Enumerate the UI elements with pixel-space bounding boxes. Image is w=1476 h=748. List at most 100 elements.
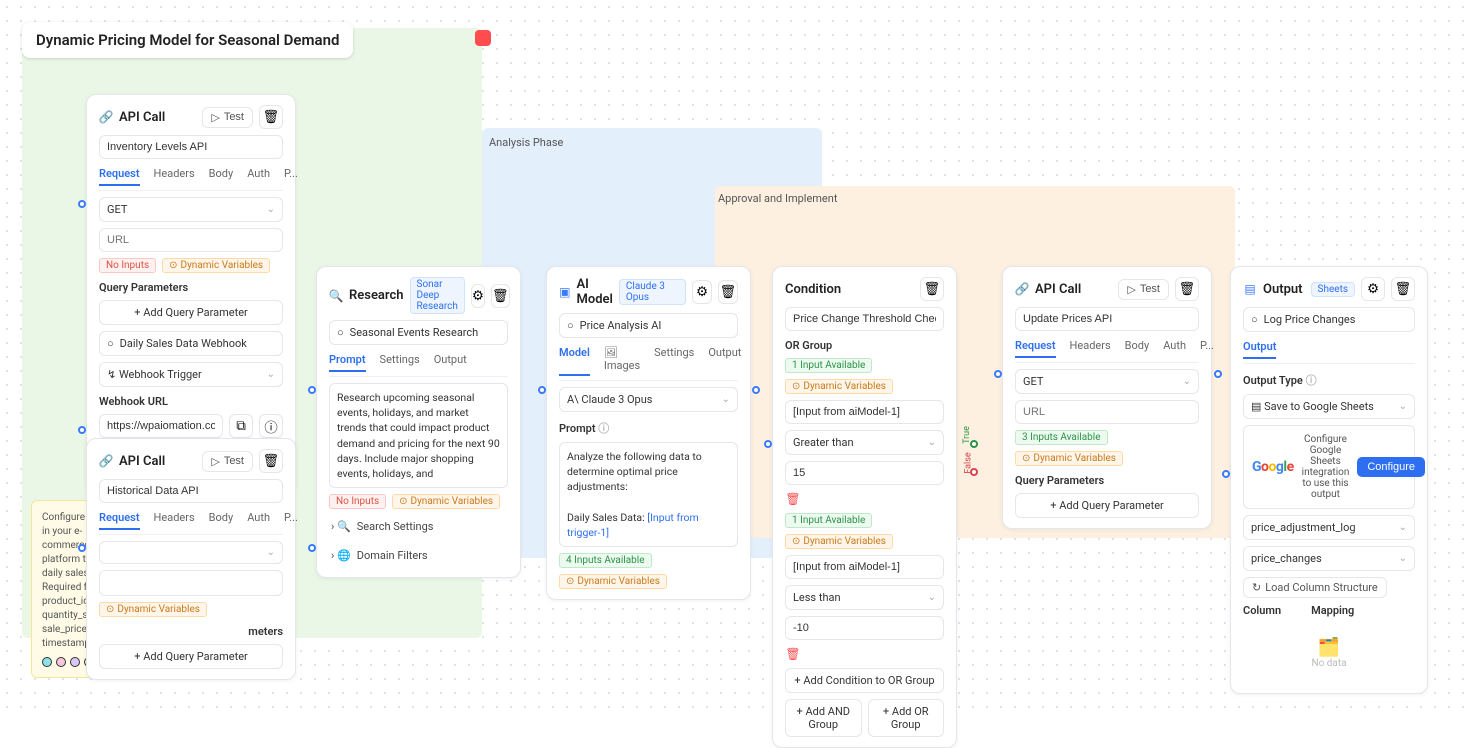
port[interactable] [764,440,772,448]
port-true[interactable] [970,440,978,448]
delete-region-icon[interactable] [475,30,491,46]
prompt-textarea[interactable]: Analyze the following data to determine … [559,442,738,547]
dyn-vars-badge[interactable]: ⊙ Dynamic Variables [1015,451,1123,466]
port[interactable] [1214,370,1222,378]
tab-output[interactable]: Output [434,353,467,372]
delete-node-button[interactable]: 🗑 [259,105,283,129]
port[interactable] [78,544,86,552]
tab-more[interactable]: P... [1200,339,1214,358]
test-button[interactable]: ▷ Test [202,451,253,472]
tab-request[interactable]: Request [1015,339,1056,358]
cond-field-input[interactable] [785,400,944,424]
domain-filters-accordion[interactable]: › 🌐 Domain Filters [329,544,508,567]
port[interactable] [308,386,316,394]
node-api-call-3[interactable]: 🔗 API Call ▷ Test 🗑 Request Headers Body… [1002,266,1212,529]
port[interactable] [994,370,1002,378]
delete-node-button[interactable]: 🗑 [920,277,944,301]
dyn-vars-badge[interactable]: ⊙ Dynamic Variables [392,494,500,509]
dyn-vars-badge[interactable]: ⊙ Dynamic Variables [785,534,893,549]
test-button[interactable]: ▷ Test [202,107,253,128]
dyn-vars-badge[interactable]: ⊙ Dynamic Variables [785,379,893,394]
model-select[interactable]: A\ Claude 3 Opus⌄ [559,387,738,412]
tab-request[interactable]: Request [99,511,140,530]
dyn-vars-badge[interactable]: ⊙ Dynamic Variables [559,574,667,589]
port-false[interactable] [970,468,978,476]
port[interactable] [78,200,86,208]
tab-headers[interactable]: Headers [154,167,195,186]
tab-headers[interactable]: Headers [154,511,195,530]
cond-value-input[interactable] [785,616,944,640]
node-research[interactable]: 🔍 Research Sonar Deep Research ⚙ 🗑 ○Seas… [316,266,521,578]
delete-node-button[interactable]: 🗑 [1391,277,1415,301]
add-condition-or-button[interactable]: + Add Condition to OR Group [785,668,944,693]
node-name-input[interactable] [785,307,944,331]
output-type-select[interactable]: ▤ Save to Google Sheets⌄ [1243,394,1415,419]
add-or-group-button[interactable]: + Add OR Group [868,699,945,737]
delete-node-button[interactable]: 🗑 [259,449,283,473]
node-api-call-2[interactable]: 🔗 API Call ▷ Test 🗑 Request Headers Body… [86,438,296,680]
http-method-select[interactable]: ⌄ [99,541,283,564]
tab-body[interactable]: Body [209,167,234,186]
port[interactable] [538,386,546,394]
node-api-call-1[interactable]: 🔗 API Call ▷ Test 🗑 Request Headers Body… [86,94,296,493]
tab-auth[interactable]: Auth [247,511,270,530]
node-name-input[interactable] [99,479,283,503]
node-ai-model[interactable]: ▣ AI Model Claude 3 Opus ⚙ 🗑 ○Price Anal… [546,266,751,600]
http-method-select[interactable]: GET⌄ [1015,369,1199,394]
tab-body[interactable]: Body [209,511,234,530]
cond-op-select[interactable]: Less than⌄ [785,585,944,610]
sheet-select-1[interactable]: price_adjustment_log⌄ [1243,515,1415,540]
tab-model[interactable]: Model [559,346,590,376]
node-name-input[interactable]: ○Seasonal Events Research [329,320,508,345]
tab-auth[interactable]: Auth [247,167,270,186]
dyn-vars-badge[interactable]: ⊙ Dynamic Variables [99,602,207,617]
webhook-url-input[interactable] [99,414,223,438]
port[interactable] [308,544,316,552]
url-input[interactable] [99,228,283,252]
add-query-param-button[interactable]: + Add Query Parameter [99,644,283,669]
node-name-input[interactable]: ○Price Analysis AI [559,313,738,338]
configure-button[interactable]: Configure [1357,457,1425,477]
add-query-param-button[interactable]: + Add Query Parameter [1015,493,1199,518]
tab-images[interactable]: 🖼 Images [604,346,640,376]
tab-request[interactable]: Request [99,167,140,186]
tab-body[interactable]: Body [1125,339,1150,358]
copy-url-button[interactable]: ⧉ [229,414,253,438]
node-name-input[interactable] [99,135,283,159]
delete-node-button[interactable]: 🗑 [718,280,738,304]
tab-settings[interactable]: Settings [654,346,694,376]
port[interactable] [1222,470,1230,478]
tab-more[interactable]: P... [284,167,298,186]
tab-output[interactable]: Output [708,346,741,376]
tab-output[interactable]: Output [1243,340,1276,359]
tab-settings[interactable]: Settings [380,353,420,372]
delete-node-button[interactable]: 🗑 [1175,277,1199,301]
load-columns-button[interactable]: ↻ Load Column Structure [1243,577,1387,598]
info-button[interactable]: ⓘ [259,414,283,438]
add-and-group-button[interactable]: + Add AND Group [785,699,862,737]
gear-icon[interactable]: ⚙ [1361,277,1385,301]
webhook-item[interactable]: ○Daily Sales Data Webhook [99,331,283,356]
node-name-input[interactable]: ○Log Price Changes [1243,307,1415,332]
delete-node-button[interactable]: 🗑 [491,284,510,308]
tab-headers[interactable]: Headers [1070,339,1111,358]
cond-value-input[interactable] [785,461,944,485]
dyn-vars-badge[interactable]: ⊙ Dynamic Variables [162,258,270,273]
prompt-textarea[interactable]: Research upcoming seasonal events, holid… [329,383,508,488]
node-output[interactable]: ▤ Output Sheets ⚙ 🗑 ○Log Price Changes O… [1230,266,1428,694]
cond-op-select[interactable]: Greater than⌄ [785,430,944,455]
port[interactable] [78,426,86,434]
node-name-input[interactable] [1015,307,1199,331]
test-button[interactable]: ▷ Test [1118,279,1169,300]
webhook-trigger-select[interactable]: ↯ Webhook Trigger⌄ [99,362,283,387]
url-input[interactable] [99,570,283,596]
cond-field-input[interactable] [785,555,944,579]
gear-icon[interactable]: ⚙ [692,280,712,304]
tab-auth[interactable]: Auth [1163,339,1186,358]
port[interactable] [752,386,760,394]
delete-condition-icon[interactable]: 🗑 [785,491,801,507]
sheet-select-2[interactable]: price_changes⌄ [1243,546,1415,571]
tab-more[interactable]: P... [284,511,298,530]
gear-icon[interactable]: ⚙ [471,284,485,308]
add-query-param-button[interactable]: + Add Query Parameter [99,300,283,325]
